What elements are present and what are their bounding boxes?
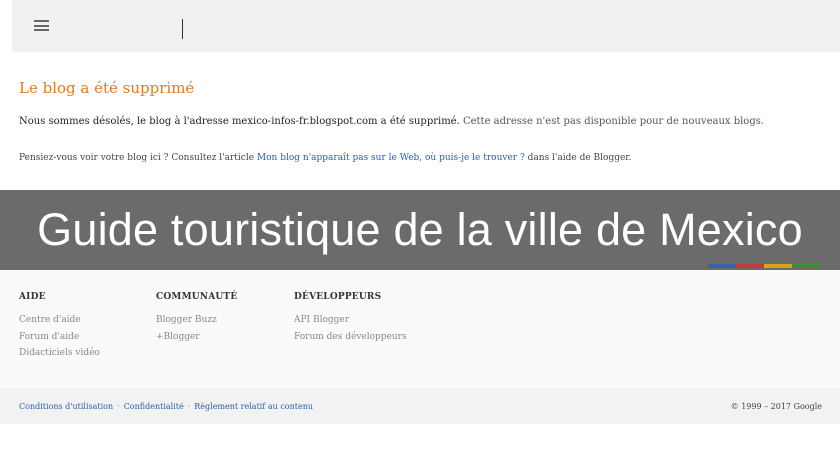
footer-link-forum-aide[interactable]: Forum d'aide xyxy=(19,329,100,346)
color-strip-blue xyxy=(708,264,736,268)
message-hint: Pensiez-vous voir votre blog ici ? Consu… xyxy=(19,153,631,163)
help-article-link[interactable]: Mon blog n'apparaît pas sur le Web, où p… xyxy=(257,153,525,163)
footer-link-blogger-buzz[interactable]: Blogger Buzz xyxy=(156,312,237,329)
bottom-bar: Conditions d'utilisation · Confidentialité… xyxy=(0,388,840,424)
footer-heading-communaute: COMMUNAUTÉ xyxy=(156,292,238,302)
legal-links: Conditions d'utilisation · Confidentialité… xyxy=(19,402,313,411)
text-cursor xyxy=(182,19,183,39)
hamburger-menu-icon[interactable] xyxy=(34,20,49,31)
color-strip-yellow xyxy=(764,264,792,268)
footer-link-api-blogger[interactable]: API Blogger xyxy=(294,312,407,329)
footer-link-didacticiels[interactable]: Didacticiels vidéo xyxy=(19,345,100,362)
footer-link-forum-dev[interactable]: Forum des développeurs xyxy=(294,329,407,346)
message-main: Nous sommes désolés, le blog à l'adresse… xyxy=(19,116,460,127)
message-rest: Cette adresse n'est pas disponible pour … xyxy=(462,116,765,127)
footer: AIDE Centre d'aide Forum d'aide Didactic… xyxy=(0,270,840,388)
footer-link-centre-aide[interactable]: Centre d'aide xyxy=(19,312,100,329)
title-banner: Guide touristique de la ville de Mexico xyxy=(0,190,840,270)
message-text: Nous sommes désolés, le blog à l'adresse… xyxy=(19,116,764,127)
link-separator: · xyxy=(187,402,191,411)
message-title: Le blog a été supprimé xyxy=(19,79,195,97)
terms-link[interactable]: Conditions d'utilisation xyxy=(19,402,113,411)
hint-prefix: Pensiez-vous voir votre blog ici ? Consu… xyxy=(19,153,255,163)
footer-heading-aide: AIDE xyxy=(19,292,46,302)
footer-heading-developpeurs: DÉVELOPPEURS xyxy=(294,292,382,302)
color-strip-green xyxy=(792,264,820,268)
footer-col-developpeurs: DÉVELOPPEURS API Blogger Forum des dével… xyxy=(294,292,407,345)
copyright: © 1999 – 2017 Google xyxy=(730,402,822,411)
link-separator: · xyxy=(117,402,120,411)
footer-col-aide: AIDE Centre d'aide Forum d'aide Didactic… xyxy=(19,292,100,362)
footer-link-plus-blogger[interactable]: +Blogger xyxy=(156,329,237,346)
footer-col-communaute: COMMUNAUTÉ Blogger Buzz +Blogger xyxy=(156,292,237,345)
brand-color-strip xyxy=(708,264,820,268)
color-strip-red xyxy=(736,264,764,268)
top-bar xyxy=(12,0,840,52)
banner-title: Guide touristique de la ville de Mexico xyxy=(37,204,803,255)
privacy-link[interactable]: Confidentialité xyxy=(124,402,184,411)
hint-suffix: dans l'aide de Blogger. xyxy=(527,153,632,163)
content-policy-link[interactable]: Règlement relatif au contenu xyxy=(194,402,313,411)
